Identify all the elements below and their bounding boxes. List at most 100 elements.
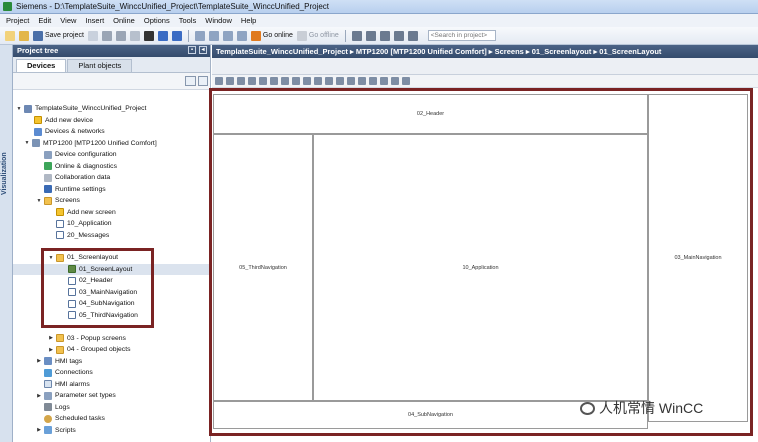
tree-item-screens[interactable]: ▼ Screens: [13, 195, 211, 207]
expand-arrow-icon[interactable]: ▶: [48, 347, 54, 353]
window-title: Siemens - D:\TemplateSuite_WinccUnified_…: [16, 2, 330, 11]
tree-item-label: Scripts: [55, 426, 76, 434]
flip-icon[interactable]: [237, 77, 245, 85]
tree-item-add-new-device[interactable]: Add new device: [13, 115, 211, 127]
tree-item-10-application[interactable]: 10_Application: [13, 218, 211, 230]
simulation-icon[interactable]: [222, 30, 233, 41]
save-project-button[interactable]: Save project: [33, 30, 84, 41]
print-icon[interactable]: [87, 30, 98, 41]
tab-plant-objects[interactable]: Plant objects: [67, 59, 133, 72]
save-icon: [33, 30, 43, 41]
tree-item-parameter-set-types[interactable]: ▶ Parameter set types: [13, 390, 211, 402]
zoom-icon[interactable]: [402, 77, 410, 85]
expand-arrow-icon[interactable]: ▼: [36, 198, 42, 204]
tree-item-mtp1200[interactable]: ▼ MTP1200 [MTP1200 Unified Comfort]: [13, 138, 211, 150]
align-bottom-icon[interactable]: [303, 77, 311, 85]
collapse-panel-icon[interactable]: ◂: [199, 46, 207, 54]
rotate-left-icon[interactable]: [215, 77, 223, 85]
tree-item-devices-networks[interactable]: Devices & networks: [13, 126, 211, 138]
rotate-right-icon[interactable]: [226, 77, 234, 85]
align-right-icon[interactable]: [270, 77, 278, 85]
tree-item-scheduled-tasks[interactable]: Scheduled tasks: [13, 413, 211, 425]
menu-online[interactable]: Online: [113, 16, 135, 25]
menu-project[interactable]: Project: [6, 16, 29, 25]
go-offline-label: Go offline: [308, 32, 339, 39]
expand-arrow-icon[interactable]: ▶: [36, 358, 42, 364]
grid-icon[interactable]: [391, 77, 399, 85]
undo-icon[interactable]: [157, 30, 168, 41]
tree-item-popup-screens[interactable]: ▶ 03 - Popup screens: [13, 333, 211, 345]
menu-insert[interactable]: Insert: [85, 16, 104, 25]
tree-item-label: HMI alarms: [55, 380, 90, 388]
project-tree-header: Project tree ▪ ◂: [13, 45, 210, 57]
tab-devices[interactable]: Devices: [16, 59, 67, 72]
tree-item-label: HMI tags: [55, 357, 83, 365]
tree-item-grouped-objects[interactable]: ▶ 04 - Grouped objects: [13, 344, 211, 356]
cut-icon[interactable]: [101, 30, 112, 41]
align-middle-icon[interactable]: [292, 77, 300, 85]
split-horizontal-icon[interactable]: [393, 30, 404, 41]
tree-item-collaboration-data[interactable]: Collaboration data: [13, 172, 211, 184]
download-icon[interactable]: [208, 30, 219, 41]
redo-icon[interactable]: [171, 30, 182, 41]
tree-item-add-new-screen[interactable]: Add new screen: [13, 207, 211, 219]
folder-icon: [56, 345, 64, 354]
distribute-icon[interactable]: [314, 77, 322, 85]
cross-reference-icon[interactable]: [365, 30, 376, 41]
copy-icon[interactable]: [115, 30, 126, 41]
search-input[interactable]: [427, 30, 496, 41]
split-editor-icon[interactable]: [379, 30, 390, 41]
expand-arrow-icon[interactable]: ▼: [16, 106, 22, 112]
diagnostics-icon: [44, 162, 52, 171]
expand-arrow-icon[interactable]: ▶: [36, 427, 42, 433]
overview-icon[interactable]: [185, 76, 196, 86]
menu-view[interactable]: View: [60, 16, 76, 25]
new-project-icon[interactable]: [5, 30, 15, 41]
tree-item-label: Runtime settings: [55, 185, 106, 193]
menu-help[interactable]: Help: [241, 16, 256, 25]
expand-arrow-icon[interactable]: ▼: [24, 140, 30, 146]
expand-arrow-icon[interactable]: ▶: [48, 335, 54, 341]
tree-item-online-diagnostics[interactable]: Online & diagnostics: [13, 161, 211, 173]
go-offline-button[interactable]: Go offline: [296, 30, 339, 41]
send-back-icon[interactable]: [358, 77, 366, 85]
toolbar-separator: [187, 29, 189, 42]
start-runtime-icon[interactable]: [236, 30, 247, 41]
group-icon[interactable]: [369, 77, 377, 85]
go-online-label: Go online: [262, 32, 293, 39]
split-vertical-icon[interactable]: [407, 30, 418, 41]
go-online-button[interactable]: Go online: [250, 30, 293, 41]
menu-options[interactable]: Options: [144, 16, 170, 25]
paste-icon[interactable]: [129, 30, 140, 41]
menu-tools[interactable]: Tools: [179, 16, 197, 25]
tree-item-label: Scheduled tasks: [55, 415, 105, 423]
filter-icon[interactable]: [198, 76, 208, 86]
menu-window[interactable]: Window: [205, 16, 232, 25]
align-left-icon[interactable]: [248, 77, 256, 85]
tree-item-hmi-tags[interactable]: ▶ HMI tags: [13, 356, 211, 368]
ungroup-icon[interactable]: [380, 77, 388, 85]
same-width-icon[interactable]: [325, 77, 333, 85]
tree-item-hmi-alarms[interactable]: HMI alarms: [13, 379, 211, 391]
menu-edit[interactable]: Edit: [38, 16, 51, 25]
tree-item-label: 20_Messages: [67, 231, 110, 239]
bring-front-icon[interactable]: [347, 77, 355, 85]
add-icon: [56, 208, 64, 217]
accessible-devices-icon[interactable]: [351, 30, 362, 41]
tree-item-logs[interactable]: Logs: [13, 402, 211, 414]
compile-icon[interactable]: [194, 30, 205, 41]
visualization-side-tab[interactable]: Visualization: [0, 45, 13, 442]
delete-icon[interactable]: [143, 30, 154, 41]
pin-icon[interactable]: ▪: [188, 46, 196, 54]
tree-item-connections[interactable]: Connections: [13, 367, 211, 379]
tree-item-runtime-settings[interactable]: Runtime settings: [13, 184, 211, 196]
tree-item-device-configuration[interactable]: Device configuration: [13, 149, 211, 161]
open-project-icon[interactable]: [19, 30, 29, 41]
expand-arrow-icon[interactable]: ▶: [36, 393, 42, 399]
tree-item-20-messages[interactable]: 20_Messages: [13, 230, 211, 242]
tree-item-project[interactable]: ▼ TemplateSuite_WinccUnified_Project: [13, 103, 211, 115]
align-top-icon[interactable]: [281, 77, 289, 85]
align-center-icon[interactable]: [259, 77, 267, 85]
same-height-icon[interactable]: [336, 77, 344, 85]
tree-item-scripts[interactable]: ▶ Scripts: [13, 425, 211, 437]
